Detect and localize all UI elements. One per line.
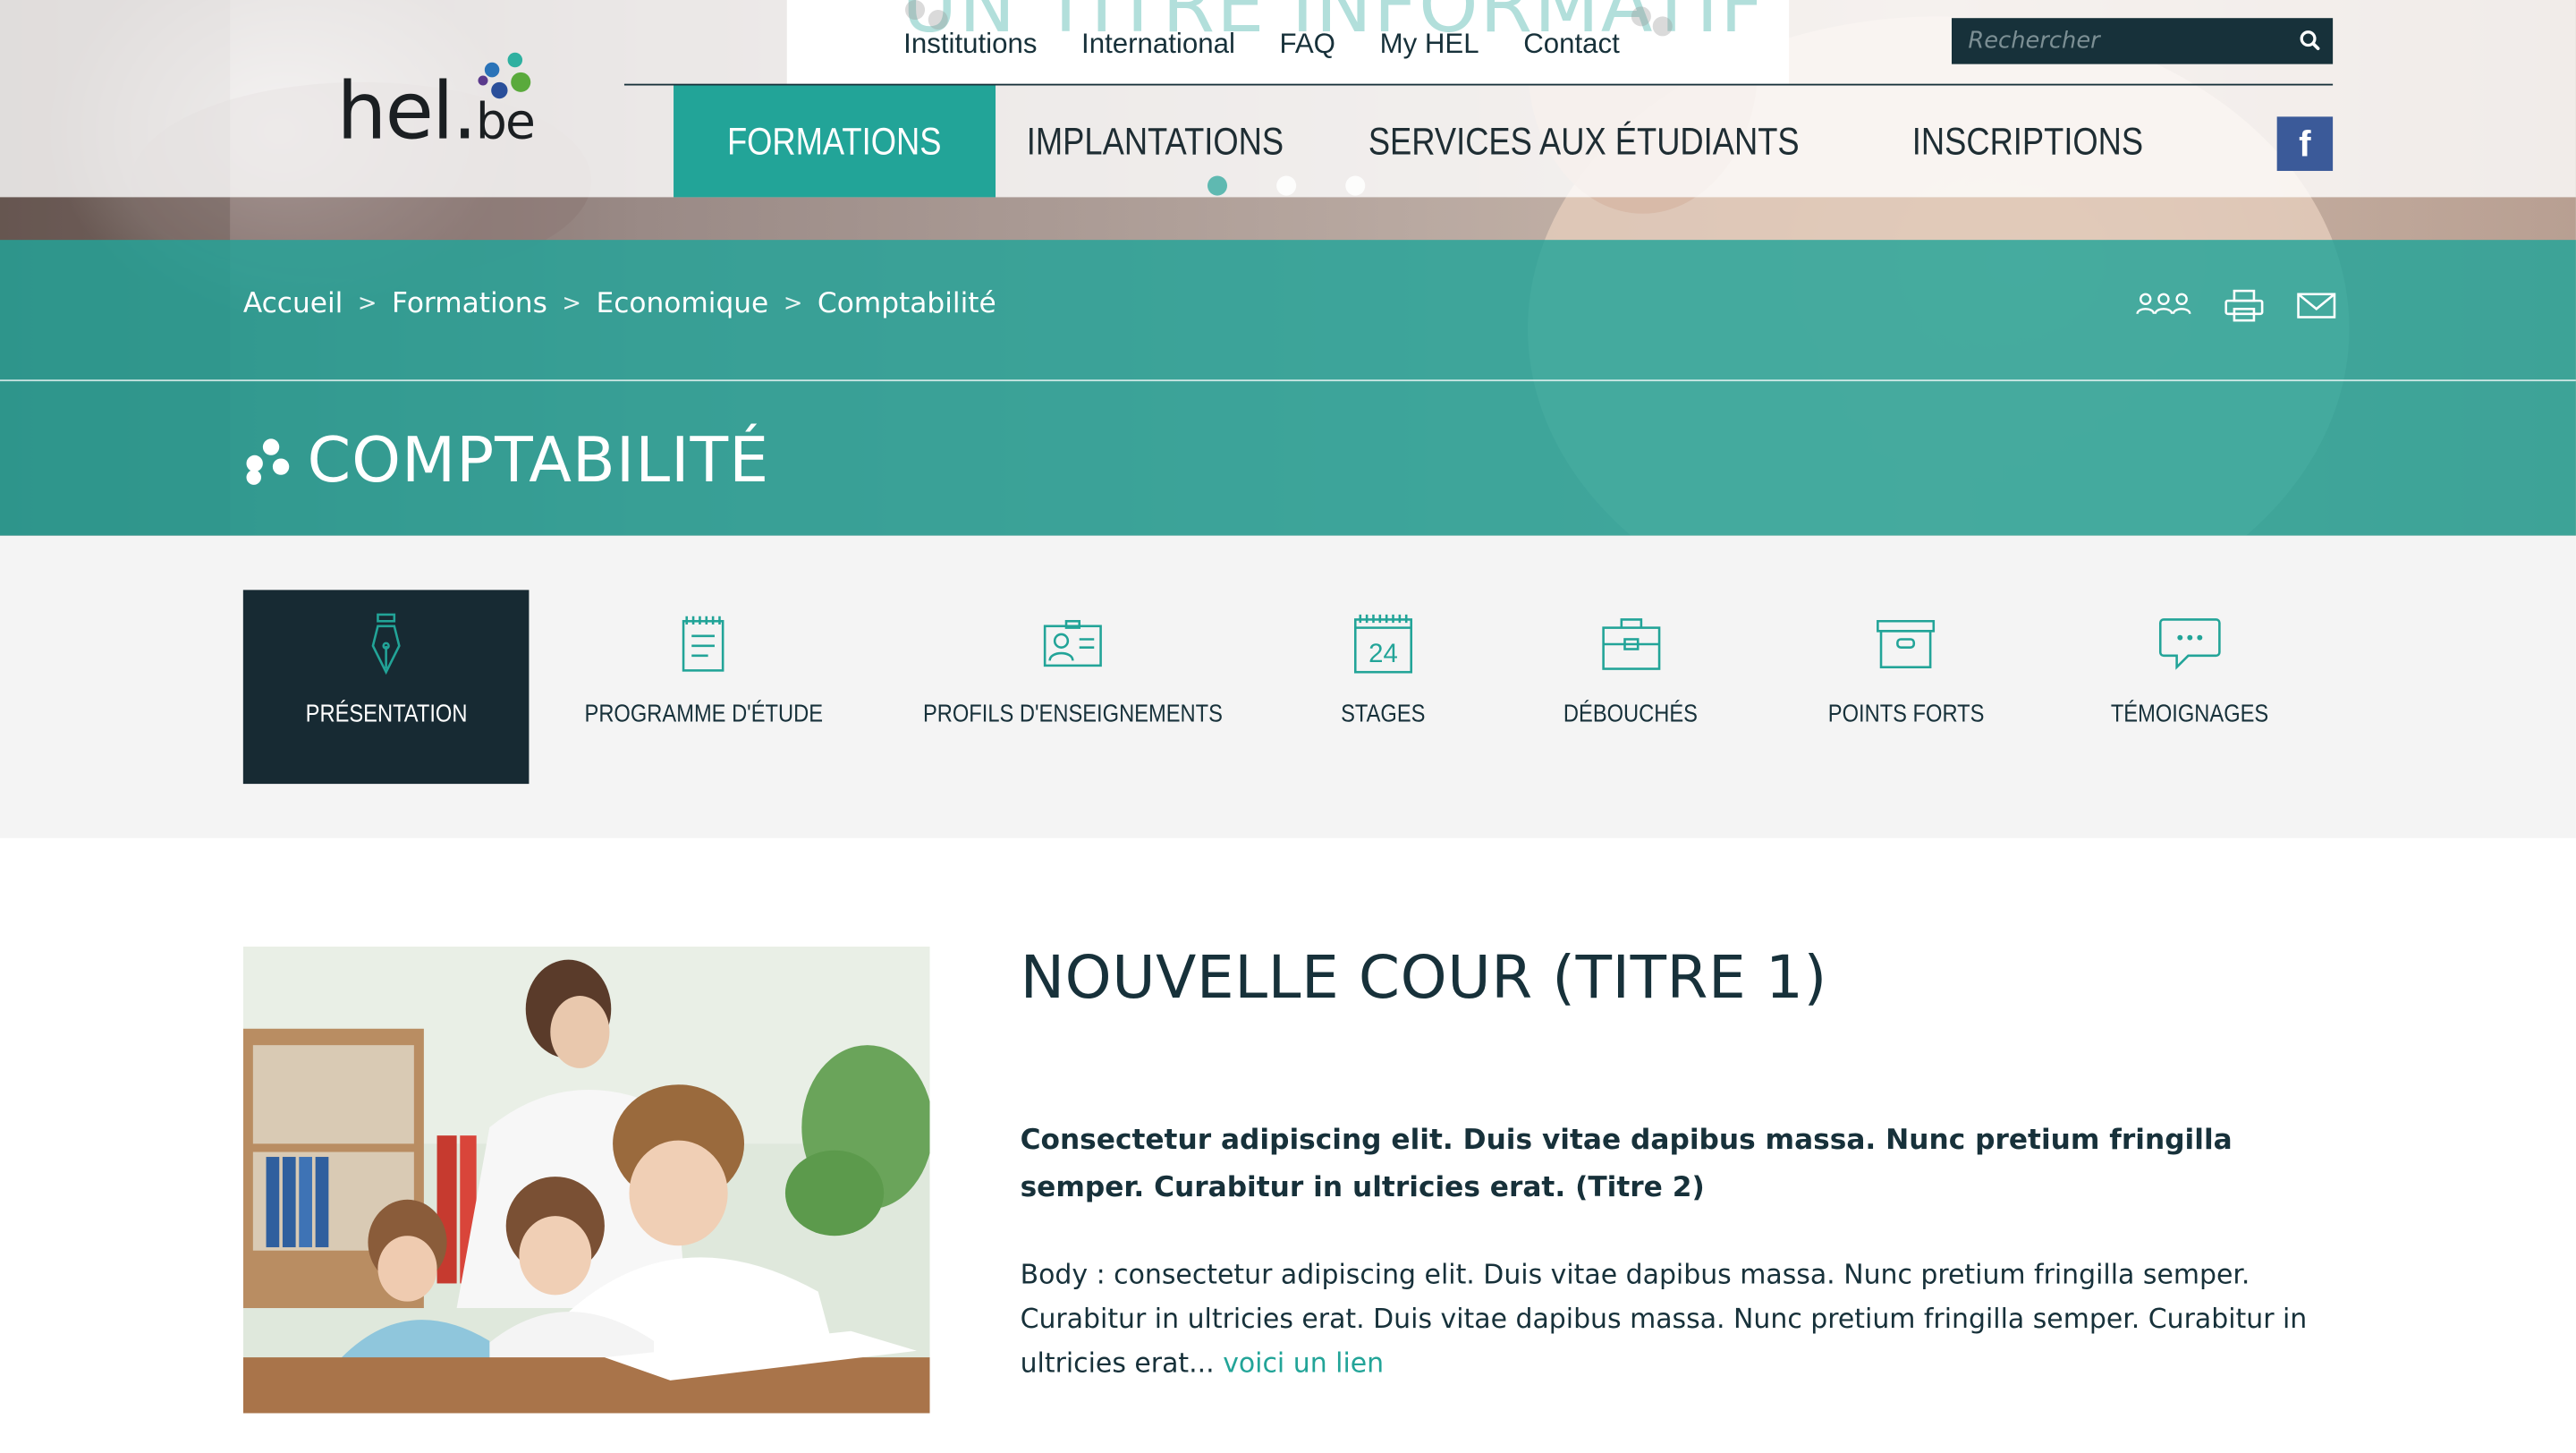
notepad-icon [682,616,724,672]
logo-text-tld: be [475,93,536,151]
logo-bubble [507,52,523,68]
tab-programme[interactable]: PROGRAMME D'ÉTUDE [583,590,823,784]
tab-profils[interactable]: PROFILS D'ENSEIGNEMENTS [923,590,1223,784]
main-nav-services[interactable]: SERVICES AUX ÉTUDIANTS [1336,86,1829,198]
page-title: COMPTABILITÉ [307,423,770,497]
archive-box-icon [1877,619,1936,668]
top-nav-international[interactable]: International [1081,28,1235,61]
logo-text-dot: . [452,65,478,158]
article: NOUVELLE COUR (TITRE 1) Consectetur adip… [1021,945,2334,1385]
facebook-label: f [2299,122,2311,164]
breadcrumb-separator: > [357,291,377,318]
top-nav-faq[interactable]: FAQ [1280,28,1335,61]
main-nav-formations-label: FORMATIONS [726,119,942,162]
search-icon[interactable] [2297,28,2323,54]
article-heading: NOUVELLE COUR (TITRE 1) [1020,945,1827,1013]
page-title-block: COMPTABILITÉ [243,424,769,497]
tab-points-forts-label: POINTS FORTS [1827,700,1984,728]
ghost-dot [1631,6,1651,27]
tab-presentation[interactable]: PRÉSENTATION [242,590,530,785]
main-nav-implantations[interactable]: IMPLANTATIONS [995,86,1314,198]
top-nav-institutions[interactable]: Institutions [903,28,1037,61]
print-icon[interactable] [2224,289,2264,322]
tab-profils-label: PROFILS D'ENSEIGNEMENTS [922,700,1223,728]
logo-wordmark: hel.be [336,65,536,158]
ghost-dot [1652,16,1673,37]
article-link[interactable]: voici un lien [1223,1347,1384,1379]
tab-stages[interactable]: 24 STAGES [1301,590,1466,784]
ghost-dot [928,10,948,30]
facebook-icon[interactable]: f [2276,116,2334,172]
logo-bubble [484,62,500,78]
breadcrumb-economique[interactable]: Economique [596,287,768,320]
main-nav-formations[interactable]: FORMATIONS [674,85,996,198]
article-body: Body : consectetur adipiscing elit. Duis… [1020,1258,2308,1379]
calendar-icon: 24 [1353,614,1413,674]
tab-points-forts[interactable]: POINTS FORTS [1807,590,2004,784]
section-tabs: PRÉSENTATION PROGRAMME D'ÉTUDE PROFILS D… [0,535,2576,838]
search-input[interactable] [1951,18,2281,64]
main-nav-inscriptions[interactable]: INSCRIPTIONS [1880,86,2174,198]
title-dots-icon [243,436,292,485]
top-nav: Institutions International FAQ My HEL Co… [903,28,1620,61]
article-subheading: Consectetur adipiscing elit. Duis vitae … [1020,1124,2233,1205]
logo-bubble [478,75,488,86]
calendar-day: 24 [1368,639,1398,668]
briefcase-icon [1602,618,1661,670]
tab-temoignages[interactable]: TÉMOIGNAGES [2097,590,2284,784]
id-card-icon [1043,619,1102,667]
breadcrumb: Accueil > Formations > Economique > Comp… [243,287,996,320]
tab-stages-label: STAGES [1341,700,1426,728]
breadcrumb-comptabilite: Comptabilité [817,287,996,321]
breadcrumb-accueil[interactable]: Accueil [243,287,343,320]
mail-icon[interactable] [2297,289,2336,322]
article-photo [242,946,930,1414]
tab-presentation-label: PRÉSENTATION [305,700,468,728]
group-icon[interactable] [2136,289,2191,322]
breadcrumb-formations[interactable]: Formations [392,287,547,320]
logo-bubble [491,81,508,99]
logo-text-main: hel [336,65,454,158]
search-box [1951,18,2334,64]
title-band-divider [0,379,2576,382]
main-nav: FORMATIONS IMPLANTATIONS SERVICES AUX ÉT… [674,85,2191,198]
tab-temoignages-label: TÉMOIGNAGES [2111,700,2269,728]
tab-debouches-label: DÉBOUCHÉS [1563,700,1699,728]
tab-debouches[interactable]: DÉBOUCHÉS [1549,590,1714,784]
speech-bubble-icon [2158,618,2221,670]
top-nav-contact[interactable]: Contact [1523,28,1620,61]
page-tools [2136,289,2336,322]
pen-nib-icon [371,613,401,676]
page: UN TITRE INFORMATIF hel.be Institutions … [0,0,2576,1453]
breadcrumb-separator: > [562,291,581,318]
article-body-paragraph: Body : consectetur adipiscing elit. Duis… [1021,1253,2334,1386]
breadcrumb-separator: > [783,291,803,318]
tab-programme-label: PROGRAMME D'ÉTUDE [583,700,823,728]
ghost-dot [905,0,926,21]
top-nav-my-hel[interactable]: My HEL [1380,28,1479,61]
logo-bubble [511,72,531,92]
site-logo[interactable]: hel.be [337,49,551,157]
